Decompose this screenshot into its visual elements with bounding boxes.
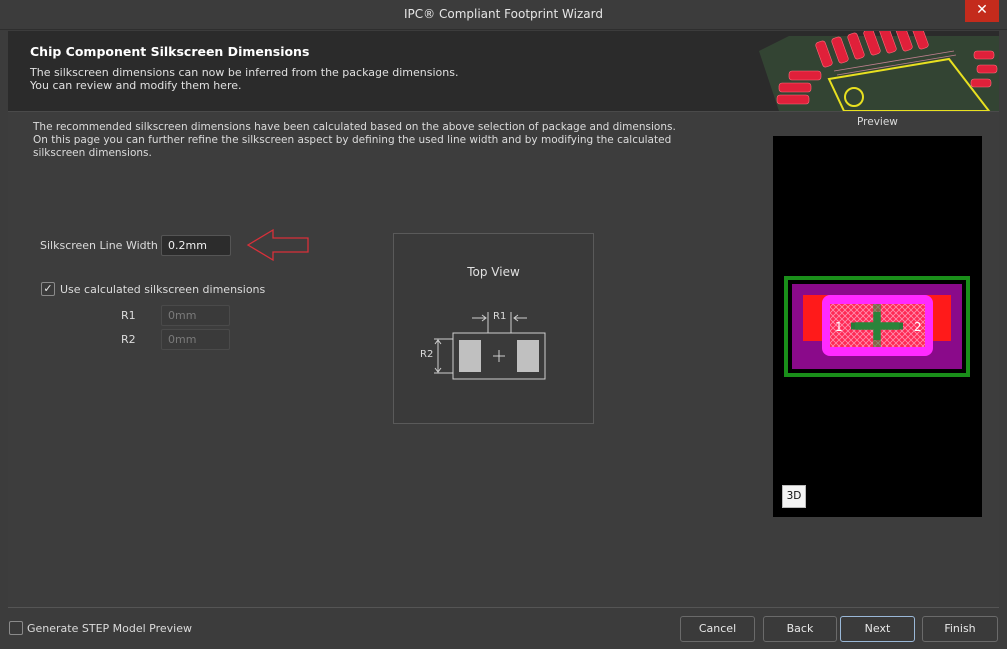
3d-view-button[interactable]: 3D bbox=[782, 485, 806, 508]
generate-step-checkbox[interactable] bbox=[9, 621, 23, 635]
next-button[interactable]: Next bbox=[840, 616, 915, 642]
close-icon[interactable]: ✕ bbox=[965, 0, 999, 22]
arrow-left-icon bbox=[246, 228, 309, 262]
top-view-drawing bbox=[434, 312, 546, 380]
intro-line-1: The recommended silkscreen dimensions ha… bbox=[33, 121, 676, 133]
back-button[interactable]: Back bbox=[763, 616, 837, 642]
use-calculated-label: Use calculated silkscreen dimensions bbox=[60, 283, 266, 296]
r1-label: R1 bbox=[121, 309, 136, 322]
cancel-button[interactable]: Cancel bbox=[680, 616, 755, 642]
r1-input[interactable]: 0mm bbox=[161, 305, 230, 326]
main-panel: The recommended silkscreen dimensions ha… bbox=[8, 111, 999, 608]
diagram-r1-label: R1 bbox=[493, 311, 507, 322]
r2-label: R2 bbox=[121, 333, 136, 346]
svg-text:1: 1 bbox=[835, 320, 843, 334]
page-title: Chip Component Silkscreen Dimensions bbox=[30, 44, 310, 59]
footprint-preview[interactable]: 1 2 3D bbox=[773, 136, 982, 517]
intro-line-2: On this page you can further refine the … bbox=[33, 134, 672, 146]
generate-step-label: Generate STEP Model Preview bbox=[27, 622, 192, 635]
pcb-footprint-banner-image bbox=[749, 31, 999, 111]
wizard-header: Chip Component Silkscreen Dimensions The… bbox=[8, 31, 999, 111]
preview-label: Preview bbox=[857, 116, 898, 128]
finish-button[interactable]: Finish bbox=[922, 616, 998, 642]
r2-input[interactable]: 0mm bbox=[161, 329, 230, 350]
svg-text:2: 2 bbox=[914, 320, 922, 334]
page-subtitle: The silkscreen dimensions can now be inf… bbox=[30, 66, 458, 92]
wizard-window: IPC® Compliant Footprint Wizard ✕ Chip C… bbox=[0, 0, 1007, 649]
window-title: IPC® Compliant Footprint Wizard bbox=[404, 7, 603, 21]
title-bar: IPC® Compliant Footprint Wizard ✕ bbox=[0, 0, 1007, 30]
use-calculated-checkbox[interactable]: ✓ bbox=[41, 282, 55, 296]
top-view-diagram: Top View R1 R2 bbox=[393, 233, 594, 424]
line-width-input[interactable]: 0.2mm bbox=[161, 235, 231, 256]
diagram-r2-label: R2 bbox=[420, 349, 434, 360]
footprint-render: 1 2 bbox=[784, 276, 970, 377]
line-width-label: Silkscreen Line Width bbox=[40, 239, 158, 252]
intro-line-3: silkscreen dimensions. bbox=[33, 147, 152, 159]
intro-text: The recommended silkscreen dimensions ha… bbox=[33, 121, 693, 160]
subtitle-line-2: You can review and modify them here. bbox=[30, 79, 242, 92]
subtitle-line-1: The silkscreen dimensions can now be inf… bbox=[30, 66, 459, 79]
